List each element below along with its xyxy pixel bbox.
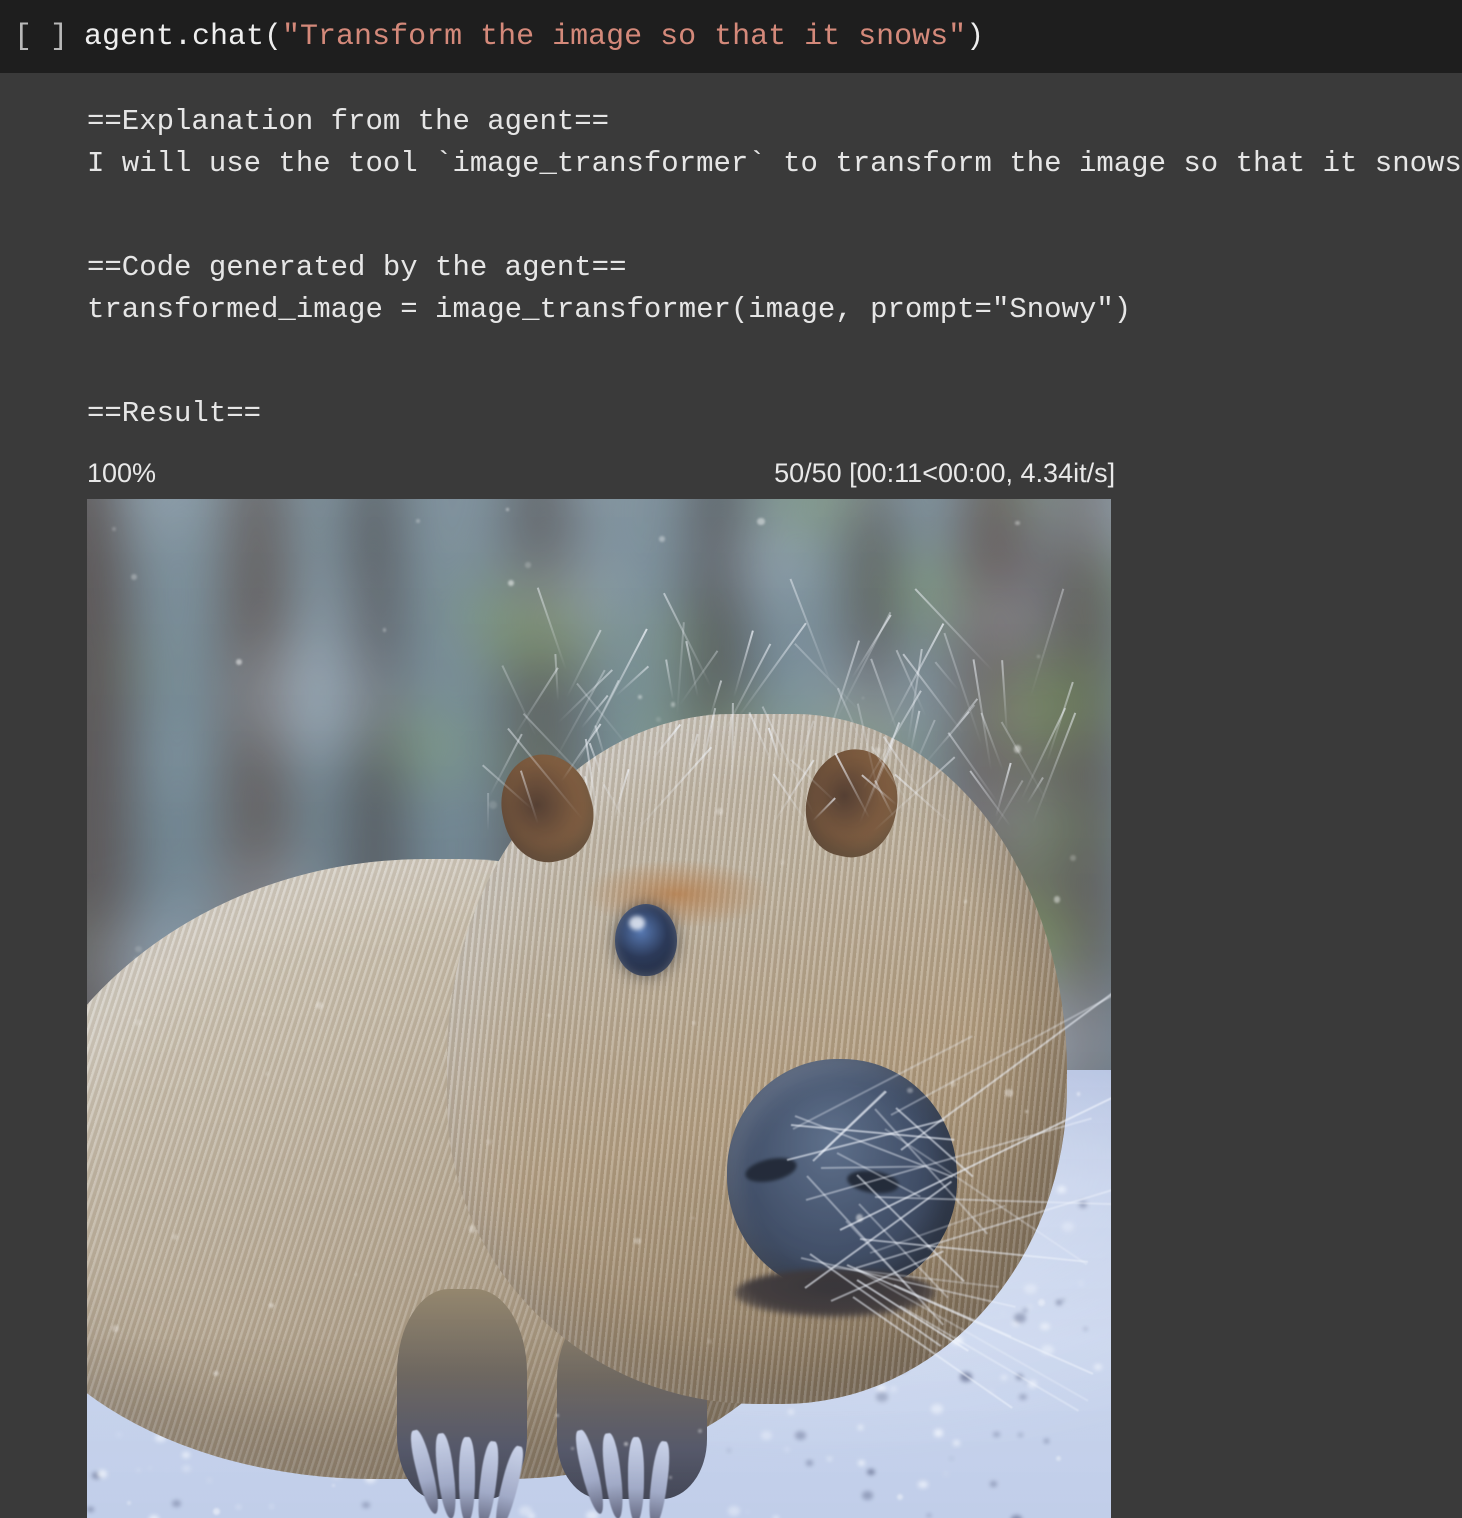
capybara-brow xyxy=(582,859,772,929)
result-header: ==Result== xyxy=(87,397,262,430)
explanation-header: ==Explanation from the agent== xyxy=(87,105,610,138)
gap-after-explanation xyxy=(0,185,1462,247)
progress-track xyxy=(166,451,763,495)
explanation-body: I will use the tool `image_transformer` … xyxy=(87,147,1462,180)
result-image-scene xyxy=(87,499,1111,1518)
code-string-literal: "Transform the image so that it snows" xyxy=(282,19,967,54)
cell-execution-gutter[interactable]: [ ] xyxy=(14,20,84,54)
notebook-code-cell[interactable]: [ ] agent.chat("Transform the image so t… xyxy=(0,0,1462,73)
cell-source-code[interactable]: agent.chat("Transform the image so that … xyxy=(84,20,984,54)
progress-meta-label: 50/50 [00:11<00:00, 4.34it/s] xyxy=(774,457,1116,488)
gap-after-code xyxy=(0,331,1462,393)
code-call-suffix: ) xyxy=(966,19,985,54)
capybara-eye xyxy=(615,904,677,976)
output-top-spacer xyxy=(0,73,1462,101)
progress-bar: 100% 50/50 [00:11<00:00, 4.34it/s] xyxy=(0,447,1462,499)
code-call-prefix: agent.chat( xyxy=(84,19,283,54)
code-header: ==Code generated by the agent== xyxy=(87,251,627,284)
cell-output-area: ==Explanation from the agent== I will us… xyxy=(0,73,1462,1518)
result-image[interactable] xyxy=(87,499,1111,1518)
progress-percent-label: 100% xyxy=(87,457,157,488)
generated-code-body: transformed_image = image_transformer(im… xyxy=(87,293,1132,326)
